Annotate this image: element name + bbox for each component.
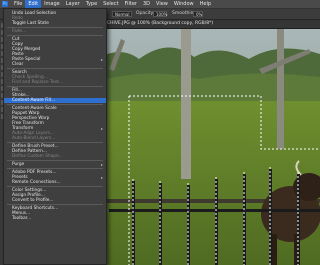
menu-separator [7, 168, 103, 169]
menu-select[interactable]: Select [100, 0, 121, 8]
tree-trunk-2 [277, 29, 284, 149]
menu-separator [7, 204, 103, 205]
menu-item-convert-to-profile[interactable]: Convert to Profile... [4, 198, 106, 203]
menu-separator [7, 142, 103, 143]
menu-item-label: Toolbar... [12, 216, 32, 221]
menu-item-content-aware-fill[interactable]: Content-Aware Fill... [4, 98, 106, 103]
menu-item-auto-blend-layers[interactable]: Auto-Blend Layers... [4, 136, 106, 141]
menu-item-label: Remote Connections... [12, 180, 61, 185]
menu-item-remote-connections[interactable]: Remote Connections... [4, 180, 106, 185]
photoshop-app-icon[interactable]: Ps [2, 1, 8, 7]
menu-item-label: Find and Replace Text... [12, 80, 63, 85]
menu-separator [7, 160, 103, 161]
menu-window[interactable]: Window [171, 0, 197, 8]
menu-image[interactable]: Image [41, 0, 63, 8]
menu-item-toolbar[interactable]: Toolbar... [4, 216, 106, 221]
menu-items: File Edit Image Layer Type Select Filter 3D View… [11, 0, 214, 8]
menu-item-label: Clear [12, 62, 24, 67]
menu-item-find-and-replace-text[interactable]: Find and Replace Text... [4, 80, 106, 85]
menu-item-label: Content-Aware Fill... [12, 98, 55, 103]
smoothing-field[interactable]: 0% [193, 11, 203, 17]
menu-item-fade[interactable]: Fade... [4, 29, 106, 34]
opacity-field[interactable]: 100% [153, 11, 167, 17]
menu-item-label: Define Custom Shape... [12, 154, 63, 159]
menu-item-toggle-last-state[interactable]: Toggle Last State [4, 21, 106, 26]
document-title: ARCHIVE.JPG @ 100% (Background copy, RGB… [101, 21, 214, 26]
submenu-arrow-icon: ▸ [100, 162, 103, 167]
menu-item-define-custom-shape[interactable]: Define Custom Shape... [4, 154, 106, 159]
menu-help[interactable]: Help [197, 0, 214, 8]
menu-item-clear[interactable]: Clear [4, 62, 106, 67]
menu-separator [7, 68, 103, 69]
menu-item-label: Toggle Last State [12, 21, 49, 26]
menu-separator [7, 186, 103, 187]
menu-item-label: Fade... [12, 29, 27, 34]
menu-3d[interactable]: 3D [140, 0, 153, 8]
menu-edit[interactable]: Edit [25, 0, 42, 8]
menu-separator [7, 86, 103, 87]
menu-filter[interactable]: Filter [122, 0, 140, 8]
mode-select[interactable]: Normal [112, 11, 132, 17]
opacity-label: Opacity: [136, 11, 155, 16]
menu-item-label: Purge [12, 162, 25, 167]
menu-file[interactable]: File [11, 0, 25, 8]
menu-item-purge[interactable]: Purge ▸ [4, 162, 106, 167]
menu-separator [7, 104, 103, 105]
menu-layer[interactable]: Layer [63, 0, 83, 8]
menu-type[interactable]: Type [83, 0, 100, 8]
menu-view[interactable]: View [153, 0, 171, 8]
menu-separator [7, 35, 103, 36]
tree-trunk [181, 29, 191, 179]
menu-item-label: Convert to Profile... [12, 198, 54, 203]
menu-separator [7, 27, 103, 28]
menu-item-label: Auto-Blend Layers... [12, 136, 56, 141]
edit-menu-dropdown: Undo Load Selection Redo Toggle Last State… [3, 8, 107, 265]
